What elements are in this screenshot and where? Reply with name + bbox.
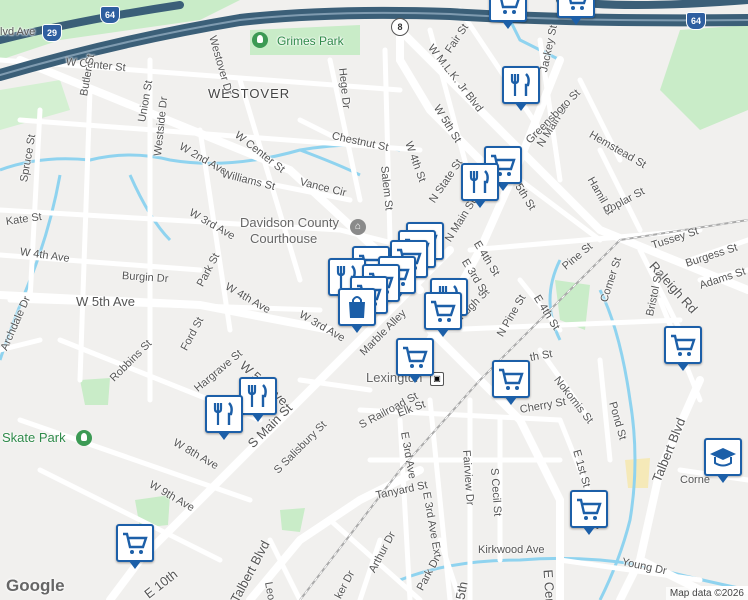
us-29-shield: 29 [42, 24, 62, 42]
grocery-pin[interactable] [664, 326, 702, 371]
cart-icon [577, 498, 602, 520]
us-64-shield-east: 64 [686, 12, 706, 30]
restaurant-pin[interactable] [461, 163, 499, 208]
tree-icon [76, 430, 92, 446]
street-label: 5th [452, 580, 471, 600]
cart-icon [403, 346, 428, 368]
cart-icon [671, 334, 696, 356]
cart-icon [500, 0, 520, 14]
park-label-skate: Skate Park [2, 430, 66, 445]
street-label: W 5th Ave [76, 294, 136, 309]
tree-icon [252, 32, 268, 48]
graduation-cap-icon [710, 448, 736, 467]
map-attribution[interactable]: Map data ©2026 [665, 587, 748, 600]
park-label-grimes: Grimes Park [277, 34, 344, 48]
cart-icon [123, 532, 148, 554]
restaurant-pin[interactable] [502, 66, 540, 111]
grocery-pin[interactable] [116, 524, 154, 569]
map-canvas[interactable]: 64 64 29 8 WESTOVER Grimes Park Davidson… [0, 0, 748, 600]
grocery-pin[interactable] [492, 360, 530, 405]
cart-icon [431, 300, 456, 322]
school-pin[interactable] [704, 438, 742, 483]
street-label: Kirkwood Ave [478, 544, 545, 556]
us-64-shield: 64 [100, 6, 120, 24]
grocery-pin[interactable] [424, 292, 462, 337]
grocery-pin[interactable] [570, 490, 608, 535]
landmark-icon: ⌂ [350, 219, 366, 235]
grocery-pin[interactable] [557, 0, 595, 25]
restaurant-pin[interactable] [239, 377, 277, 422]
restaurant-pin[interactable] [205, 395, 243, 440]
fork-knife-icon [213, 402, 233, 425]
cart-icon [569, 0, 587, 10]
fork-knife-icon [247, 384, 267, 407]
street-label: lvd Ave [0, 26, 36, 38]
grocery-pin[interactable] [396, 338, 434, 383]
fork-knife-icon [469, 170, 489, 193]
bag-icon [349, 296, 365, 318]
poi-label-courthouse-line2: Courthouse [250, 231, 318, 246]
grocery-pin[interactable] [489, 0, 527, 29]
google-logo: Google [6, 576, 65, 595]
fork-knife-icon [510, 73, 530, 96]
cart-icon [499, 368, 524, 390]
street-label: E Cent [540, 568, 559, 600]
shopping-pin[interactable] [338, 288, 376, 333]
poi-label-courthouse-line1: Davidson County [240, 215, 339, 230]
nc-8-shield: 8 [391, 18, 409, 36]
